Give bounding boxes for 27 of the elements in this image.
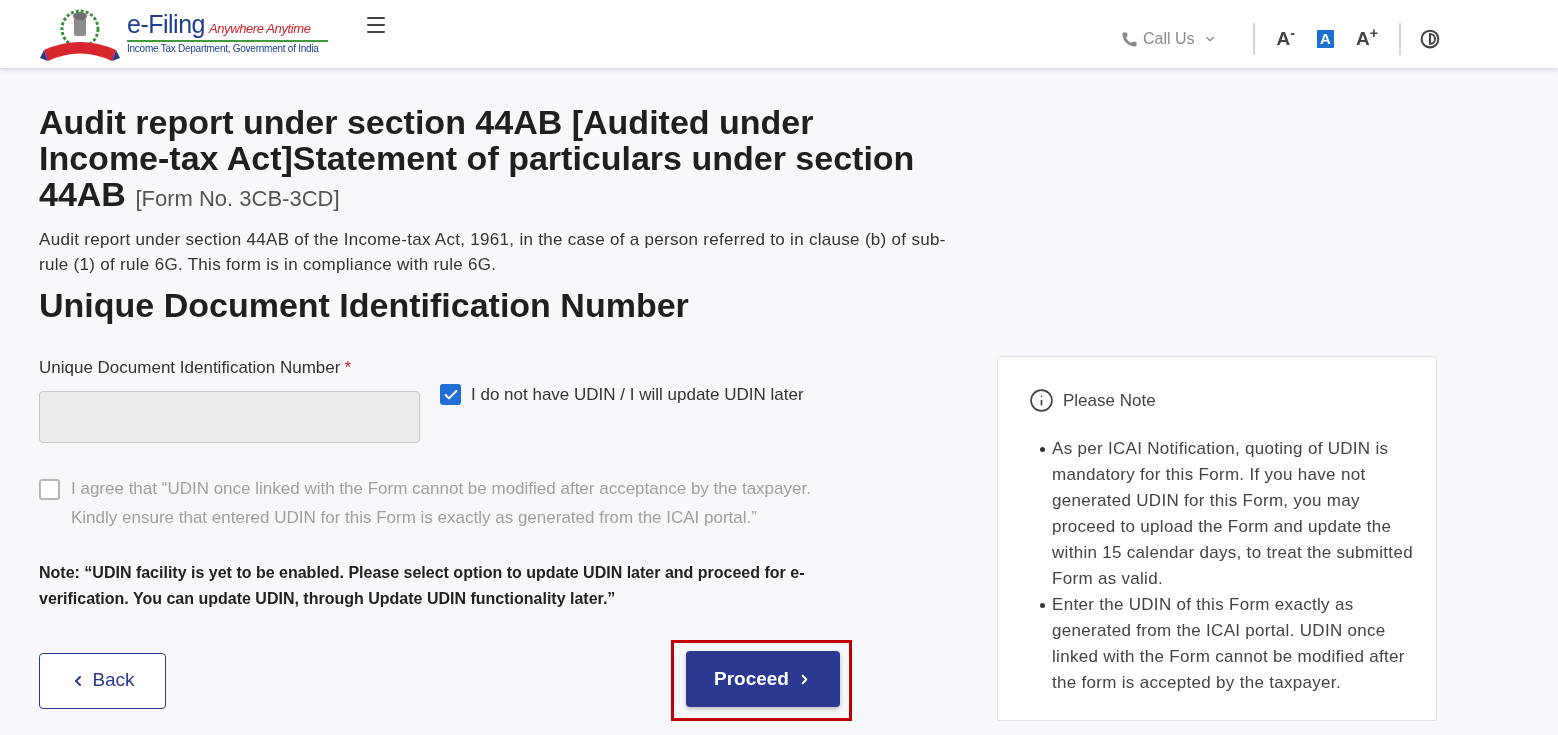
- bullet-icon: [1040, 602, 1045, 608]
- proceed-button[interactable]: Proceed: [686, 651, 840, 707]
- checkbox-label: I do not have UDIN / I will update UDIN later: [471, 384, 804, 406]
- contrast-button[interactable]: [1420, 29, 1440, 49]
- info-icon: [1029, 388, 1054, 414]
- logo-subtitle: Income Tax Department, Government of India: [127, 42, 320, 56]
- logo-tagline: Anywhere Anytime: [209, 22, 311, 35]
- font-size-button[interactable]: A$^{+}$: [1355, 29, 1378, 49]
- required-mark: *: [344, 357, 352, 379]
- checkbox-label: I agree that “UDIN once linked with the Form cannot be modified after acceptance by the taxpayer. Kindly ensure that entered UDIN for this Form is exactly as generated from the ICAI portal.”: [71, 478, 812, 529]
- font-size-button[interactable]: A$^{-}$: [1276, 29, 1296, 49]
- contrast-icon: [1420, 29, 1440, 49]
- checkbox[interactable]: [440, 384, 461, 405]
- bullet-icon: [1040, 446, 1045, 452]
- section-title: Unique Document Identification Number: [39, 285, 690, 325]
- page-description: Audit report under section 44AB of the Income-tax Act, 1961, in the case of a person referred to in clause (b) of sub-rule (1) of rule 6G. This form is in compliance with rule 6G.: [39, 229, 947, 276]
- panel-title: Please Note: [1063, 390, 1156, 412]
- logo-title: e-Filing: [127, 12, 205, 37]
- note-item: Enter the UDIN of this Form exactly as generated from the ICAI portal. UDIN once linked with the Form cannot be modified after the form is accepted by the taxpayer.: [1052, 593, 1406, 694]
- back-button[interactable]: Back: [39, 652, 166, 709]
- page-title: Audit report under section 44AB [Audited under Income-tax Act]Statement of particulars under section 44AB [Form No. 3CB-3CD]: [39, 104, 916, 215]
- note-text: Note: “UDIN facility is yet to be enabled. Please select option to update UDIN later and proceed for e-verification. You can update UDIN, through Update UDIN functionality later.”: [39, 563, 806, 609]
- phone-icon: [1121, 30, 1139, 48]
- call-us-dropdown[interactable]: Call Us: [1121, 27, 1217, 51]
- note-item: As per ICAI Notification, quoting of UDIN is mandatory for this Form. If you have not generated UDIN for this Form, you may proceed to upload the Form and update the within 15 calendar days, to treat the submitted Form as valid.: [1052, 437, 1414, 590]
- field-label: Unique Document Identification Number: [39, 357, 341, 379]
- font-size-button[interactable]: A: [1317, 30, 1334, 48]
